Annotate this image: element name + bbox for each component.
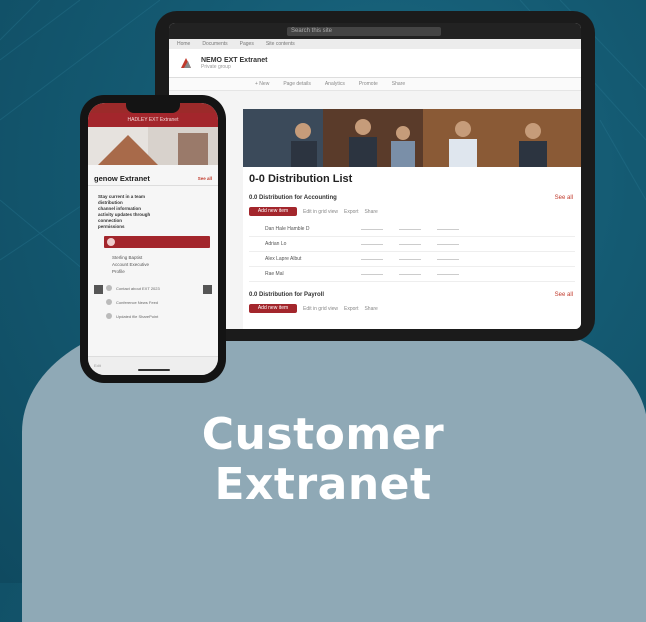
list-toolbar: Add new item Edit in grid view Export Sh… [249,304,575,313]
command-item[interactable]: Page details [283,78,311,90]
item-icon [106,313,112,319]
nav-item[interactable]: Site contents [266,39,295,49]
item-icon [106,299,112,305]
list-row[interactable]: Adrian Lo [249,237,575,252]
list-item[interactable]: Contact about EXT 2023 [94,281,212,295]
phone-description: Stay current in a team distribution chan… [98,194,151,229]
see-all-link[interactable]: See all [198,176,212,181]
site-logo-icon [181,58,191,68]
nav-item[interactable]: Documents [202,39,227,49]
toolbar-item[interactable]: Share [364,306,377,312]
site-title: NEMO EXT Extranet Private group [201,56,268,70]
person-details: Sterling Baptist Account Executive Profi… [112,255,150,274]
phone-screen: HADLEY EXT Extranet genow Extranet See a… [88,103,218,375]
nav-item[interactable]: Pages [240,39,254,49]
home-indicator [138,369,170,371]
command-bar: + New Page details Analytics Promote Sha… [169,78,581,91]
content-area: 0-0 Distribution List 0.0 Distribution f… [243,167,581,329]
tablet-nav: Home Documents Pages Site contents [169,39,581,49]
see-all-link[interactable]: See all [555,292,573,298]
page-title: 0-0 Distribution List [249,173,353,185]
list-row[interactable]: Rae Mal [249,267,575,282]
add-item-button[interactable]: Add new item [249,304,297,313]
toolbar-item[interactable]: Share [364,209,377,215]
list-toolbar: Add new item Edit in grid view Export Sh… [249,207,575,216]
phone-bottom-bar: Edit [88,356,218,375]
command-item[interactable]: + New [255,78,269,90]
section-header: 0.0 Distribution for Payroll See all [249,292,573,298]
phone-notch [126,103,180,113]
news-list: Contact about EXT 2023 Conference News F… [94,281,212,323]
command-item[interactable]: Promote [359,78,378,90]
list-item[interactable]: Conference News Feed [94,295,212,309]
add-item-button[interactable]: Add new item [249,207,297,216]
phone-topbar: HADLEY EXT Extranet [88,113,218,127]
hero-title-line2: Extranet [214,459,432,510]
toolbar-item[interactable]: Export [344,306,358,312]
see-all-link[interactable]: See all [555,195,573,201]
tablet-screen: Search this site Home Documents Pages Si… [169,23,581,329]
site-header: NEMO EXT Extranet Private group [169,49,581,78]
person-card[interactable] [104,236,210,248]
chevron-left-icon[interactable] [94,285,103,294]
phone-hero-photo [88,127,218,165]
list-item[interactable]: Updated file SharePoint [94,309,212,323]
list-row[interactable]: Alex Lapre Albut [249,252,575,267]
command-item[interactable]: Analytics [325,78,345,90]
phone-device: HADLEY EXT Extranet genow Extranet See a… [80,95,226,383]
item-icon [106,285,112,291]
nav-item[interactable]: Home [177,39,190,49]
section-header: 0.0 Distribution for Accounting See all [249,195,573,201]
search-input[interactable]: Search this site [287,26,441,36]
chevron-right-icon[interactable] [203,285,212,294]
hero-title-line1: Customer [201,409,445,460]
toolbar-item[interactable]: Edit in grid view [303,306,338,312]
avatar [107,238,115,246]
tablet-topbar: Search this site [169,23,581,39]
list-row[interactable]: Dan Hale Hamble D [249,222,575,237]
edit-button[interactable]: Edit [94,363,101,368]
hero-photo [243,109,581,167]
toolbar-item[interactable]: Export [344,209,358,215]
hero-title: Customer Extranet [0,410,646,510]
toolbar-item[interactable]: Edit in grid view [303,209,338,215]
phone-page-title: genow Extranet See all [88,170,218,186]
command-item[interactable]: Share [392,78,405,90]
